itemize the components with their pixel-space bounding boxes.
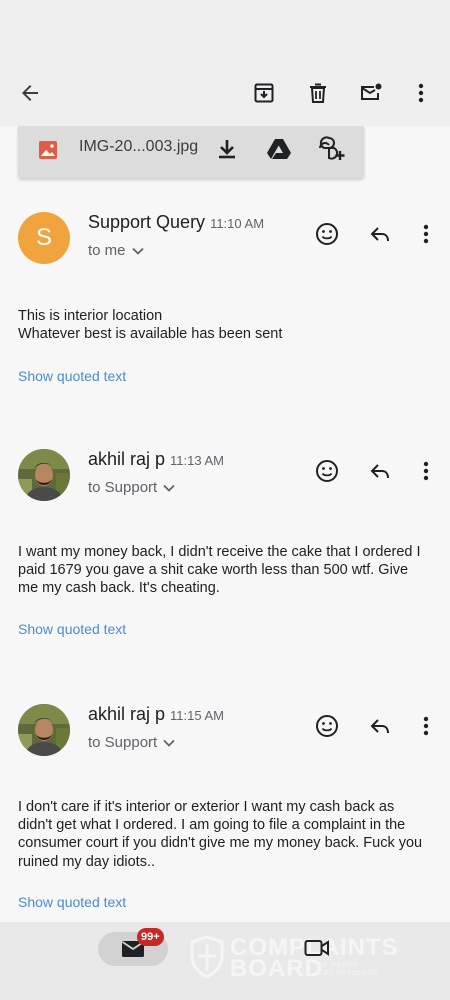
- sender-name: akhil raj p 11:13 AM: [88, 449, 224, 470]
- attachment-chip[interactable]: IMG-20...003.jpg: [18, 126, 364, 178]
- sender-name-text: akhil raj p: [88, 449, 166, 469]
- show-quoted-text-link[interactable]: Show quoted text: [18, 621, 126, 637]
- reply-icon[interactable]: [362, 453, 398, 489]
- back-arrow-icon[interactable]: [12, 75, 48, 111]
- attachment-filename: IMG-20...003.jpg: [79, 138, 199, 155]
- avatar[interactable]: [18, 704, 70, 756]
- body-line: consumer court if you didn't give me my …: [18, 835, 423, 852]
- avatar[interactable]: S: [18, 212, 70, 264]
- watermark-tagline: BE HEARD GET RESOLVED: [318, 962, 378, 978]
- recipient-label: to Support: [88, 479, 158, 496]
- recipient-label: to Support: [88, 734, 158, 751]
- avatar[interactable]: [18, 449, 70, 501]
- sender-name-text: Support Query: [88, 212, 206, 232]
- message-body: I don't care if it's interior or exterio…: [18, 798, 438, 871]
- sender-name: Support Query 11:10 AM: [88, 212, 264, 233]
- body-line: I don't care if it's interior or exterio…: [18, 799, 395, 815]
- message-time: 11:10 AM: [210, 216, 265, 231]
- reply-icon[interactable]: [362, 708, 398, 744]
- message-body: I want my money back, I didn't receive t…: [18, 543, 438, 598]
- message-1: S Support Query 11:10 AM to me This is in…: [0, 212, 450, 397]
- body-line: ruined my day idiots..: [18, 853, 156, 870]
- delete-icon[interactable]: [300, 75, 336, 111]
- recipient-toggle[interactable]: to me: [88, 242, 144, 259]
- recipient-label: to me: [88, 242, 126, 259]
- recipient-toggle[interactable]: to Support: [88, 734, 175, 751]
- show-quoted-text-link[interactable]: Show quoted text: [18, 894, 126, 910]
- chevron-down-icon: [163, 739, 175, 747]
- shield-icon: [190, 936, 224, 978]
- watermark-tagline-2: GET RESOLVED: [318, 970, 378, 977]
- message-3: akhil raj p 11:15 AM to Support I don't c…: [0, 704, 450, 914]
- chevron-down-icon: [163, 484, 175, 492]
- sender-name: akhil raj p 11:15 AM: [88, 704, 224, 725]
- watermark-tagline-1: BE HEARD: [318, 962, 358, 969]
- more-vert-icon[interactable]: [408, 453, 444, 489]
- body-line: Whatever best is available has been sent: [18, 326, 283, 343]
- sender-name-text: akhil raj p: [88, 704, 166, 724]
- body-line: didn't get what I ordered. I am going to…: [18, 817, 406, 834]
- emoji-reaction-icon[interactable]: [309, 216, 345, 252]
- message-2: akhil raj p 11:13 AM to Support I want my…: [0, 449, 450, 639]
- mark-unread-icon[interactable]: [353, 75, 389, 111]
- drive-icon[interactable]: [266, 138, 292, 165]
- emoji-reaction-icon[interactable]: [309, 708, 345, 744]
- image-file-icon: [38, 140, 58, 165]
- message-time: 11:13 AM: [170, 453, 225, 468]
- app-bar: [0, 60, 450, 126]
- status-bar-area: [0, 0, 450, 60]
- bottom-navigation: 99+ COMPLAINTS BOARD BE HEARD GET RESOLV…: [0, 922, 450, 1000]
- body-line: paid 1679 you gave a shit cake worth les…: [18, 562, 409, 579]
- message-body: This is interior location Whatever best …: [18, 307, 438, 343]
- more-vert-icon[interactable]: [403, 75, 439, 111]
- show-quoted-text-link[interactable]: Show quoted text: [18, 368, 126, 384]
- more-vert-icon[interactable]: [408, 216, 444, 252]
- conversation-view: IMG-20...003.jpg S Support Query 11:10 AM…: [0, 126, 450, 922]
- add-to-photos-icon[interactable]: [318, 136, 346, 167]
- body-line: I want my money back, I didn't receive t…: [18, 544, 421, 560]
- video-camera-icon[interactable]: [304, 938, 330, 963]
- chevron-down-icon: [131, 247, 144, 255]
- unread-count-badge: 99+: [137, 928, 164, 946]
- body-line: This is interior location: [18, 308, 163, 324]
- recipient-toggle[interactable]: to Support: [88, 479, 175, 496]
- emoji-reaction-icon[interactable]: [309, 453, 345, 489]
- more-vert-icon[interactable]: [408, 708, 444, 744]
- archive-icon[interactable]: [246, 75, 282, 111]
- body-line: me my cash back. It's cheating.: [18, 580, 220, 597]
- reply-icon[interactable]: [362, 216, 398, 252]
- watermark: COMPLAINTS BOARD BE HEARD GET RESOLVED: [190, 934, 410, 982]
- download-icon[interactable]: [216, 138, 238, 165]
- message-time: 11:15 AM: [170, 708, 225, 723]
